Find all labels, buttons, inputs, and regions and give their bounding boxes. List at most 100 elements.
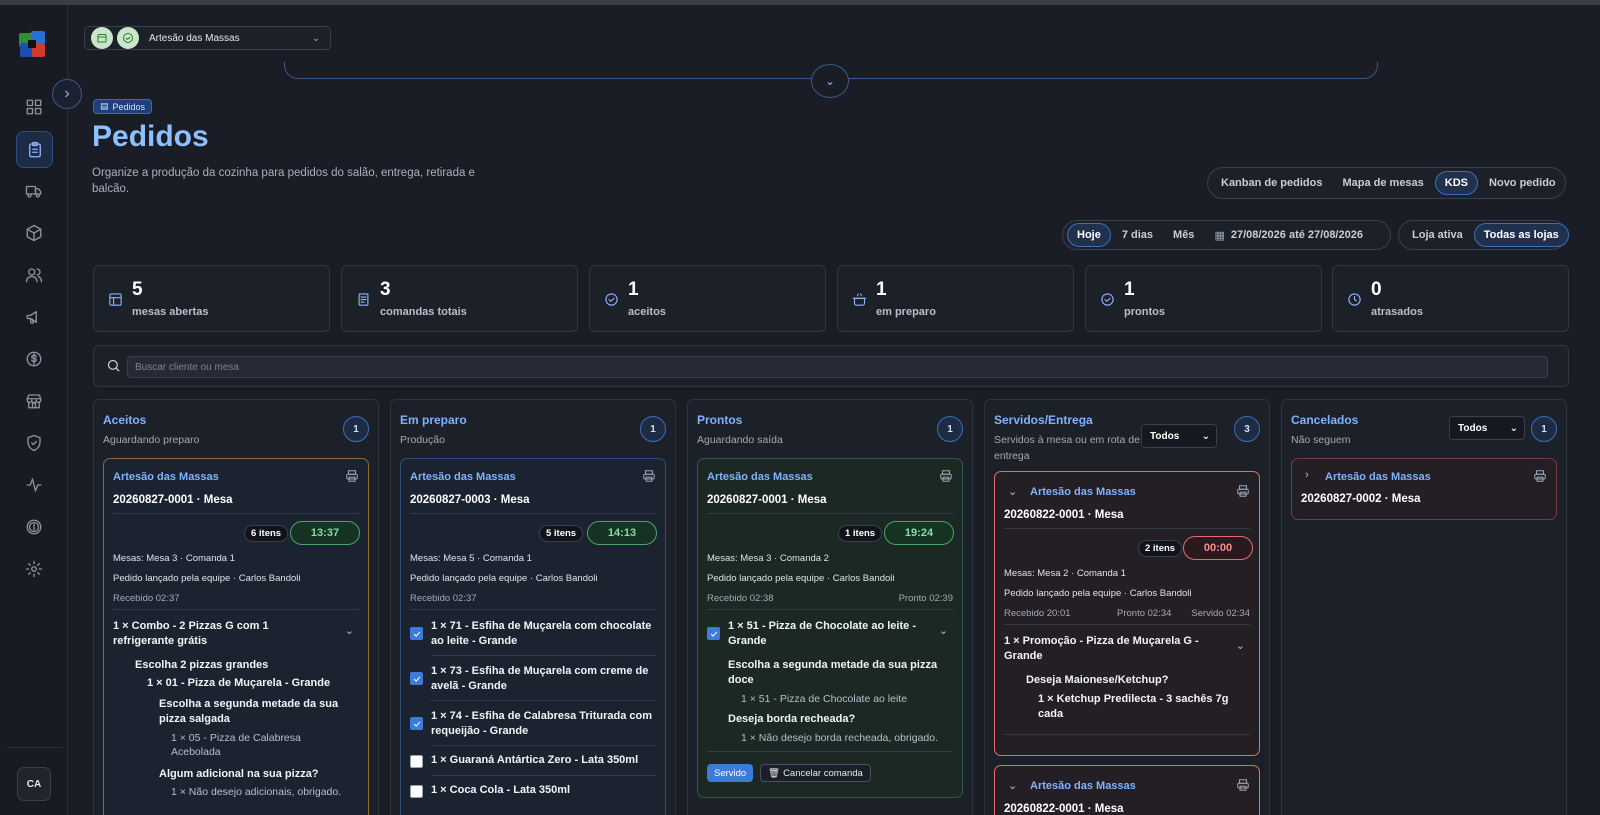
order-line-item: 1 × 74 - Esfiha de Calabresa Triturada c…	[431, 710, 653, 737]
order-card[interactable]: › Artesão das Massas 20260827-0002 · Mes…	[1291, 458, 1557, 520]
user-avatar[interactable]: CA	[17, 767, 51, 801]
divider	[431, 655, 656, 656]
date-range-picker[interactable]: ▦ 27/08/2026 até 27/08/2026	[1205, 223, 1372, 247]
store-selector[interactable]: Artesão das Massas ⌄	[84, 26, 331, 50]
truck-icon[interactable]	[20, 177, 48, 205]
status-filter-select[interactable]: Todos ⌄	[1449, 416, 1525, 440]
dollar-icon[interactable]	[20, 345, 48, 373]
item-done-checkbox[interactable]	[410, 785, 423, 798]
order-received-time: Recebido 02:37	[410, 593, 477, 604]
item-done-checkbox[interactable]	[410, 755, 423, 768]
stat-label: atrasados	[1371, 306, 1423, 318]
order-card[interactable]: ⌄ Artesão das Massas 20260822-0001 · Mes…	[994, 765, 1260, 815]
divider	[410, 513, 656, 514]
printer-icon[interactable]	[1236, 484, 1250, 503]
printer-icon[interactable]	[1533, 469, 1547, 488]
option-group: Escolha a segunda metade da sua pizza do…	[728, 659, 938, 686]
tab-kanban[interactable]: Kanban de pedidos	[1212, 171, 1331, 195]
chevron-right-icon: ›	[64, 85, 70, 102]
chevron-down-icon[interactable]: ⌄	[939, 624, 948, 637]
order-timer: 00:00	[1183, 536, 1253, 560]
column-title: Aceitos	[103, 413, 147, 427]
tab-kds[interactable]: KDS	[1434, 171, 1479, 195]
chevron-down-icon[interactable]: ⌄	[1236, 639, 1245, 652]
receipt-icon	[356, 292, 371, 312]
item-done-checkbox[interactable]	[707, 627, 720, 640]
printer-icon[interactable]	[642, 469, 656, 488]
app-logo[interactable]	[16, 27, 50, 61]
items-count-badge: 5 itens	[539, 525, 584, 542]
tab-novo-pedido[interactable]: Novo pedido	[1480, 171, 1565, 195]
scope-todas-as-lojas[interactable]: Todas as lojas	[1473, 223, 1569, 247]
scope-loja-ativa[interactable]: Loja ativa	[1403, 223, 1472, 247]
stat-card-mesas: 5 mesas abertas	[93, 265, 330, 332]
item-done-checkbox[interactable]	[410, 627, 423, 640]
grid-icon[interactable]	[20, 93, 48, 121]
cancel-order-button[interactable]: 🗑 Cancelar comanda	[760, 764, 871, 782]
chevron-right-icon[interactable]: ›	[1305, 469, 1309, 481]
store-selector-label: Artesão das Massas	[149, 32, 240, 44]
order-store: Artesão das Massas	[113, 471, 219, 483]
order-card[interactable]: Artesão das Massas 20260827-0001 · Mesa …	[103, 458, 369, 815]
divider	[1004, 528, 1250, 529]
order-store: Artesão das Massas	[1030, 780, 1136, 792]
order-line-item: 1 × Combo - 2 Pizzas G com 1 refrigerant…	[113, 620, 269, 647]
order-launched-by: Pedido lançado pela equipe · Carlos Band…	[410, 573, 598, 584]
box-icon[interactable]	[20, 219, 48, 247]
date-range-label: 27/08/2026 até 27/08/2026	[1230, 229, 1363, 241]
column-title: Em preparo	[400, 413, 467, 427]
divider	[707, 513, 953, 514]
printer-icon[interactable]	[345, 469, 359, 488]
mark-served-button[interactable]: Servido	[707, 764, 754, 782]
megaphone-icon[interactable]	[20, 303, 48, 331]
divider	[113, 609, 359, 610]
users-icon[interactable]	[20, 261, 48, 289]
period-hoje[interactable]: Hoje	[1067, 223, 1111, 247]
order-number: 20260827-0002 · Mesa	[1301, 493, 1421, 505]
search-input[interactable]	[127, 356, 1548, 378]
clipboard-icon[interactable]	[16, 131, 53, 168]
option-group: Escolha 2 pizzas grandes	[135, 659, 269, 671]
tab-mapa-de-mesas[interactable]: Mapa de mesas	[1333, 171, 1432, 195]
option-value: 1 × Não desejo adicionais, obrigado.	[171, 786, 342, 798]
period-7-dias[interactable]: 7 dias	[1113, 223, 1162, 247]
expand-sidebar-button[interactable]: ›	[52, 79, 82, 109]
printer-icon[interactable]	[939, 469, 953, 488]
order-launched-by: Pedido lançado pela equipe · Carlos Band…	[113, 573, 301, 584]
page-description: Organize a produção da cozinha para pedi…	[92, 167, 475, 195]
item-done-checkbox[interactable]	[410, 717, 423, 730]
items-count-badge: 6 itens	[244, 525, 289, 542]
item-done-checkbox[interactable]	[410, 672, 423, 685]
stat-label: aceitos	[628, 306, 666, 318]
column-title: Prontos	[697, 413, 743, 427]
period-mes[interactable]: Mês	[1164, 223, 1203, 247]
search-bar	[93, 345, 1569, 387]
option-value: 1 × Não desejo borda recheada, obrigado.	[741, 732, 939, 744]
column-subtitle: Aguardando preparo	[103, 434, 200, 446]
trash-icon: 🗑	[768, 767, 781, 779]
store-icon[interactable]	[20, 387, 48, 415]
gear-icon[interactable]	[20, 555, 48, 583]
check-circle-icon	[604, 292, 619, 312]
order-line-item: 1 × 71 - Esfiha de Muçarela com chocolat…	[431, 620, 652, 647]
kds-column-cancelados: Cancelados Não seguem Todos ⌄ 1 › Artesão…	[1281, 399, 1567, 815]
items-count-badge: 1 itens	[838, 525, 883, 542]
check-circle-icon	[117, 27, 139, 49]
option-group: Deseja borda recheada?	[728, 713, 856, 725]
printer-icon[interactable]	[1236, 778, 1250, 797]
chevron-down-icon[interactable]: ⌄	[1008, 779, 1017, 792]
chevron-down-icon[interactable]: ⌄	[1008, 485, 1017, 498]
cooking-pot-icon	[852, 292, 867, 312]
order-card[interactable]: Artesão das Massas 20260827-0003 · Mesa …	[400, 458, 666, 815]
shield-icon[interactable]	[20, 429, 48, 457]
status-filter-select[interactable]: Todos ⌄	[1141, 424, 1217, 448]
order-served-time: Servido 02:34	[1191, 608, 1250, 619]
open-drawer-button[interactable]: ⌄	[811, 64, 849, 98]
dollar-circle-icon[interactable]	[20, 513, 48, 541]
order-timer: 19:24	[884, 521, 954, 545]
option-value: 1 × 51 - Pizza de Chocolate ao leite	[741, 693, 908, 705]
order-card[interactable]: Artesão das Massas 20260827-0001 · Mesa …	[697, 458, 963, 798]
order-card[interactable]: ⌄ Artesão das Massas 20260822-0001 · Mes…	[994, 471, 1260, 756]
chevron-down-icon[interactable]: ⌄	[345, 624, 354, 637]
activity-icon[interactable]	[20, 471, 48, 499]
